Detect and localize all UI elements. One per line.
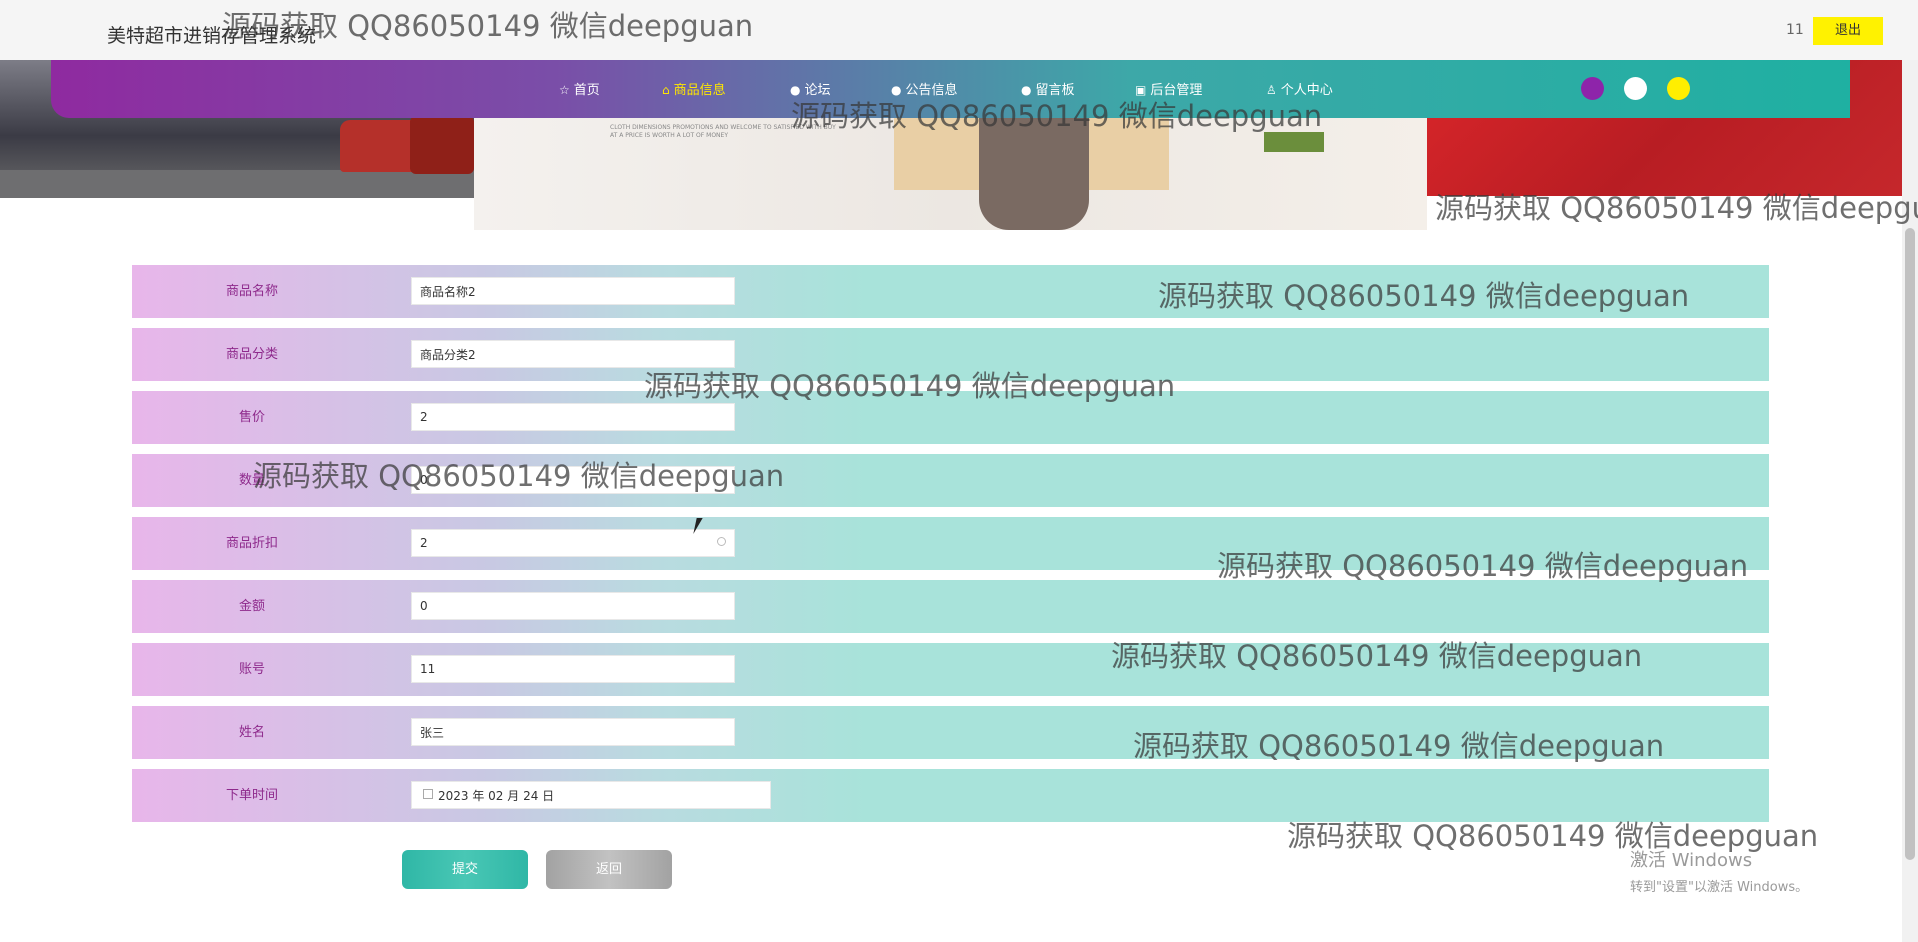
shopping-bag-icon: ⌂ xyxy=(662,83,670,97)
forum-icon: ● xyxy=(790,83,801,97)
windows-activation-notice: 激活 Windows 转到"设置"以激活 Windows。 xyxy=(1630,846,1808,895)
product-category-input[interactable] xyxy=(411,340,735,368)
discount-label: 商品折扣 xyxy=(225,536,278,551)
theme-color-purple[interactable] xyxy=(1581,77,1604,100)
announcement-icon: ● xyxy=(891,83,902,97)
nav-item-admin[interactable]: ▣ 后台管理 xyxy=(1135,79,1202,98)
name-input[interactable] xyxy=(411,718,735,746)
nav-item-home[interactable]: ☆ 首页 xyxy=(559,79,600,98)
info-icon: ● xyxy=(1021,83,1032,97)
form-row-order-time: 下单时间 xyxy=(132,769,1769,822)
nav-item-profile[interactable]: ♙ 个人中心 xyxy=(1266,79,1333,98)
theme-color-white[interactable] xyxy=(1624,77,1647,100)
current-user-name: 11 xyxy=(1786,22,1804,38)
top-bar: 美特超市进销存管理系统 11 退出 xyxy=(0,0,1918,61)
star-icon: ☆ xyxy=(559,83,570,97)
amount-input[interactable] xyxy=(411,592,735,620)
app-title: 美特超市进销存管理系统 xyxy=(107,25,317,47)
scrollbar-thumb[interactable] xyxy=(1905,228,1915,860)
page-scrollbar[interactable] xyxy=(1902,60,1918,942)
nav-item-products[interactable]: ⌂ 商品信息 xyxy=(662,79,726,98)
nav-item-message-board[interactable]: ● 留言板 xyxy=(1021,79,1075,98)
windows-activation-subtitle: 转到"设置"以激活 Windows。 xyxy=(1630,880,1809,895)
main-nav: ☆ 首页 ⌂ 商品信息 ● 论坛 ● 公告信息 ● 留言板 ▣ 后台管理 ♙ 个人中心 xyxy=(51,60,1850,118)
order-time-label: 下单时间 xyxy=(225,788,278,803)
form-row-price: 售价 xyxy=(132,391,1769,444)
clear-icon[interactable] xyxy=(717,537,726,546)
logout-button[interactable]: 退出 xyxy=(1813,17,1883,45)
windows-activation-title: 激活 Windows xyxy=(1630,850,1753,871)
submit-button[interactable]: 提交 xyxy=(402,850,528,889)
user-icon: ♙ xyxy=(1266,83,1277,97)
briefcase-icon: ▣ xyxy=(1135,83,1147,97)
nav-item-announcements[interactable]: ● 公告信息 xyxy=(891,79,958,98)
form-row-amount: 金额 xyxy=(132,580,1769,633)
name-label: 姓名 xyxy=(238,725,265,740)
form-row-account: 账号 xyxy=(132,643,1769,696)
banner-promo-text: CLOTH DIMENSIONS PROMOTIONS AND WELCOME … xyxy=(610,124,836,139)
form-row-name: 姓名 xyxy=(132,706,1769,759)
quantity-label: 数量 xyxy=(238,473,265,488)
back-button[interactable]: 返回 xyxy=(546,850,672,889)
price-label: 售价 xyxy=(238,410,265,425)
form-row-product-name: 商品名称 xyxy=(132,265,1769,318)
price-input[interactable] xyxy=(411,403,735,431)
form-row-quantity: 数量 xyxy=(132,454,1769,507)
account-label: 账号 xyxy=(238,662,265,677)
account-input[interactable] xyxy=(411,655,735,683)
order-time-date-picker[interactable] xyxy=(411,781,771,809)
product-category-label: 商品分类 xyxy=(225,347,278,362)
form-row-product-category: 商品分类 xyxy=(132,328,1769,381)
product-name-label: 商品名称 xyxy=(225,284,278,299)
discount-input[interactable] xyxy=(411,529,735,557)
nav-item-forum[interactable]: ● 论坛 xyxy=(790,79,831,98)
product-name-input[interactable] xyxy=(411,277,735,305)
theme-color-yellow[interactable] xyxy=(1667,77,1690,100)
amount-label: 金额 xyxy=(238,599,265,614)
quantity-input[interactable] xyxy=(411,466,735,494)
calendar-icon xyxy=(423,789,433,799)
form-row-discount: 商品折扣 xyxy=(132,517,1769,570)
